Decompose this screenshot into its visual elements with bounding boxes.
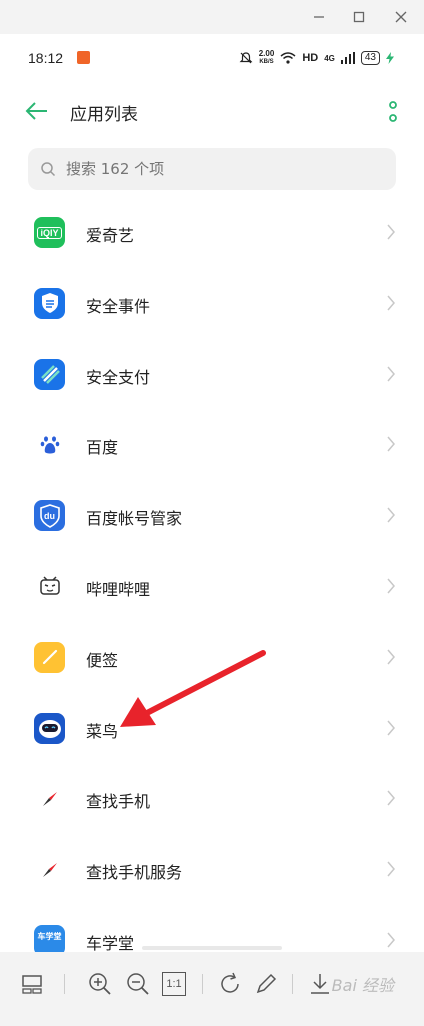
cainiao-app-icon bbox=[34, 712, 65, 744]
search-icon bbox=[41, 162, 56, 177]
list-item-label: 便签 bbox=[86, 650, 119, 670]
shield-icon bbox=[41, 293, 58, 314]
download-icon[interactable] bbox=[306, 970, 334, 998]
search-input[interactable] bbox=[66, 148, 386, 190]
baidu-app-icon bbox=[34, 429, 65, 461]
chevron-right-icon bbox=[387, 436, 395, 452]
list-item-notes[interactable]: 便签 bbox=[0, 621, 424, 692]
thumbnail-view-icon[interactable] bbox=[18, 970, 46, 998]
chevron-right-icon bbox=[387, 932, 395, 948]
list-item-bilibili[interactable]: 哔哩哔哩 bbox=[0, 550, 424, 621]
list-item-label: 哔哩哔哩 bbox=[86, 579, 151, 599]
iqiyi-app-icon: iQIY bbox=[34, 217, 65, 248]
list-item-label: 车学堂 bbox=[86, 933, 135, 953]
toolbar-divider bbox=[64, 974, 65, 994]
list-item-label: 安全事件 bbox=[86, 296, 151, 316]
list-item-iqiyi[interactable]: iQIY 爱奇艺 bbox=[0, 196, 424, 267]
baidu-watermark: Bai 经验 bbox=[331, 976, 394, 995]
signal-bars-icon bbox=[340, 52, 355, 64]
chevron-right-icon bbox=[387, 295, 395, 311]
chevron-right-icon bbox=[387, 861, 395, 877]
list-item-secure-payment[interactable]: 安全支付 bbox=[0, 338, 424, 409]
actual-size-button[interactable]: 1:1 bbox=[162, 972, 186, 996]
viewer-toolbar: 1:1 Bai 经验 bbox=[0, 952, 424, 1026]
signal-type: 4G bbox=[324, 53, 335, 63]
chexuetang-logo-text: 车学堂 bbox=[37, 931, 62, 941]
bilibili-app-icon bbox=[34, 570, 65, 602]
hd-badge: HD bbox=[302, 52, 319, 64]
chevron-right-icon bbox=[387, 578, 395, 594]
maximize-icon[interactable] bbox=[348, 6, 370, 28]
page-title: 应用列表 bbox=[70, 105, 138, 125]
notification-app-icon bbox=[77, 51, 90, 64]
list-item-label: 爱奇艺 bbox=[86, 226, 135, 245]
app-window: 18:12 2.00 KB/S HD 4G 43 应用列表 搜索 162 个项 … bbox=[0, 0, 424, 1026]
edit-pen-icon[interactable] bbox=[252, 970, 280, 998]
chevron-right-icon bbox=[387, 720, 395, 736]
rotate-icon[interactable] bbox=[216, 970, 244, 998]
compass-needle-icon bbox=[42, 862, 57, 877]
page-header: 应用列表 bbox=[0, 90, 424, 134]
bird-face-icon bbox=[38, 720, 61, 739]
back-arrow-icon[interactable] bbox=[24, 98, 50, 124]
find-phone-service-app-icon bbox=[34, 854, 65, 886]
wifi-icon bbox=[280, 52, 296, 64]
list-item-find-phone[interactable]: 查找手机 bbox=[0, 762, 424, 833]
close-icon[interactable] bbox=[390, 6, 412, 28]
paw-icon bbox=[40, 436, 59, 454]
tv-face-icon bbox=[39, 576, 60, 596]
status-time: 18:12 bbox=[28, 50, 64, 66]
charging-icon bbox=[386, 52, 394, 64]
pencil-icon bbox=[42, 650, 57, 665]
list-item-label: 菜鸟 bbox=[86, 721, 119, 741]
list-item-label: 安全支付 bbox=[86, 367, 151, 387]
stripes-icon bbox=[40, 365, 60, 384]
list-item-security-events[interactable]: 安全事件 bbox=[0, 267, 424, 338]
more-options-icon[interactable] bbox=[388, 100, 398, 124]
baidu-logo-text: du bbox=[44, 510, 55, 521]
scrollbar-thumb[interactable] bbox=[142, 946, 282, 950]
phone-status-bar: 18:12 2.00 KB/S HD 4G 43 bbox=[0, 44, 424, 74]
baidu-account-app-icon: du bbox=[34, 500, 65, 532]
list-item-baidu-account[interactable]: du 百度帐号管家 bbox=[0, 479, 424, 550]
compass-needle-icon bbox=[42, 791, 57, 806]
battery-level: 43 bbox=[360, 51, 380, 65]
zoom-in-icon[interactable] bbox=[86, 970, 114, 998]
list-item-label: 百度 bbox=[86, 438, 119, 458]
list-item-label: 查找手机 bbox=[86, 792, 151, 812]
notes-app-icon bbox=[34, 641, 65, 673]
toolbar-divider bbox=[292, 974, 293, 994]
mute-bell-icon bbox=[239, 52, 253, 64]
toolbar-divider bbox=[202, 974, 203, 994]
chevron-right-icon bbox=[387, 507, 395, 523]
window-titlebar bbox=[0, 0, 424, 34]
app-list: iQIY 爱奇艺 安全事件 安全支付 百度 du 百度帐号管家 哔哩哔哩 便签 … bbox=[0, 196, 424, 975]
chevron-right-icon bbox=[387, 790, 395, 806]
list-item-baidu[interactable]: 百度 bbox=[0, 408, 424, 479]
chevron-right-icon bbox=[387, 366, 395, 382]
minimize-icon[interactable] bbox=[308, 6, 330, 28]
secure-payment-app-icon bbox=[34, 358, 65, 390]
find-phone-app-icon bbox=[34, 783, 65, 815]
iqiyi-logo-text: iQIY bbox=[37, 226, 62, 239]
zoom-out-icon[interactable] bbox=[124, 970, 152, 998]
list-item-find-phone-service[interactable]: 查找手机服务 bbox=[0, 833, 424, 904]
network-speed: 2.00 KB/S bbox=[258, 49, 275, 66]
security-events-app-icon bbox=[34, 287, 65, 319]
chevron-right-icon bbox=[387, 649, 395, 665]
chevron-right-icon bbox=[387, 224, 395, 240]
list-item-label: 百度帐号管家 bbox=[86, 509, 183, 529]
list-item-cainiao[interactable]: 菜鸟 bbox=[0, 692, 424, 763]
status-indicators: 2.00 KB/S HD 4G 43 bbox=[239, 50, 394, 66]
list-item-label: 查找手机服务 bbox=[86, 863, 183, 883]
search-bar[interactable] bbox=[28, 148, 396, 190]
